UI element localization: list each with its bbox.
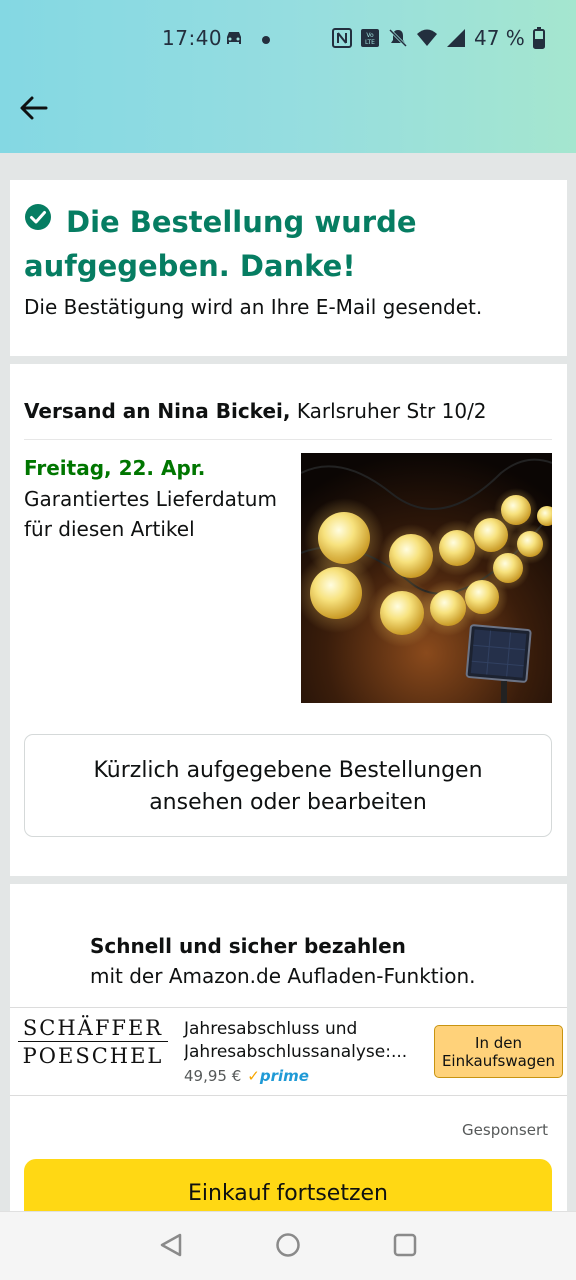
recent-orders-button[interactable]: Kürzlich aufgegebene Bestellungen ansehe… — [24, 734, 552, 837]
svg-text:Vo: Vo — [366, 32, 374, 39]
promo-card: Schnell und sicher bezahlen mit der Amaz… — [10, 884, 567, 1229]
car-icon — [224, 28, 244, 52]
promo-text: mit der Amazon.de Aufladen-Funktion. — [90, 964, 476, 988]
ad-title-line2: Jahresabschlussanalyse:... — [184, 1042, 408, 1062]
back-triangle-icon[interactable] — [158, 1232, 184, 1258]
confirmation-card: Die Bestellung wurde aufgegeben. Danke! … — [10, 180, 567, 356]
shipping-street: Karlsruher Str 10/2 — [296, 399, 487, 423]
ad-product-title[interactable]: Jahresabschluss und Jahresabschlussanaly… — [184, 1018, 424, 1064]
ad-price-row: 49,95 € ✓prime — [184, 1067, 309, 1085]
delivery-date: Freitag, 22. Apr. — [24, 456, 206, 480]
ad-brand-line2: POESCHEL — [22, 1044, 164, 1068]
signal-icon — [447, 29, 465, 47]
recents-square-icon[interactable] — [392, 1232, 418, 1258]
delivery-guarantee: Garantiertes Lieferdatum für diesen Arti… — [24, 487, 277, 541]
confirmation-title-line2: aufgegeben. Danke! — [24, 249, 356, 283]
ad-title-line1: Jahresabschluss und — [184, 1019, 358, 1039]
recent-orders-button-line1: Kürzlich aufgegebene Bestellungen — [93, 758, 483, 783]
add-to-cart-line2: Einkaufswagen — [441, 1052, 556, 1070]
prime-badge: ✓prime — [247, 1067, 309, 1085]
ad-brand-logo[interactable]: SCHÄFFER POESCHEL — [18, 1016, 168, 1068]
confirmation-title-line1: Die Bestellung wurde — [66, 205, 417, 239]
arrow-left-icon[interactable] — [18, 92, 50, 124]
prime-label: prime — [259, 1067, 309, 1085]
product-image[interactable] — [301, 453, 552, 703]
battery-icon — [532, 27, 545, 49]
notification-dot-icon — [262, 36, 270, 44]
promo-heading: Schnell und sicher bezahlen — [90, 934, 406, 958]
status-time: 17:40 — [162, 26, 223, 50]
sponsored-label[interactable]: Gesponsert — [462, 1121, 548, 1139]
ad-price: 49,95 € — [184, 1067, 242, 1085]
shipping-recipient: Versand an Nina Bickei, — [24, 399, 291, 423]
confirmation-subtitle: Die Bestätigung wird an Ihre E-Mail gese… — [24, 295, 483, 319]
mute-icon — [388, 28, 408, 48]
volte-icon: VoLTE — [361, 29, 379, 47]
shipping-address: Versand an Nina Bickei, Karlsruher Str 1… — [24, 399, 487, 423]
add-to-cart-line1: In den — [475, 1034, 522, 1052]
nfc-icon — [332, 28, 352, 48]
divider — [10, 1095, 567, 1096]
app-header: 17:40 Vo LTE 47 % — [0, 0, 576, 153]
divider — [24, 439, 552, 440]
system-nav-bar — [0, 1211, 576, 1280]
status-icons: Vo LTE 47 % — [332, 26, 545, 50]
battery-percent: 47 % — [474, 26, 525, 50]
recent-orders-button-line2: ansehen oder bearbeiten — [149, 790, 427, 815]
divider — [10, 1007, 567, 1008]
prime-check-icon: ✓ — [247, 1067, 260, 1085]
svg-text:LTE: LTE — [365, 39, 375, 46]
wifi-icon — [417, 29, 437, 46]
ad-brand-line1: SCHÄFFER — [22, 1016, 164, 1040]
status-bar: 17:40 Vo LTE 47 % — [0, 22, 576, 56]
check-circle-icon — [25, 204, 51, 230]
shipment-card: Versand an Nina Bickei, Karlsruher Str 1… — [10, 364, 567, 876]
ad-brand-rule — [18, 1041, 168, 1042]
home-circle-icon[interactable] — [275, 1232, 301, 1258]
add-to-cart-button[interactable]: In den Einkaufswagen — [434, 1025, 563, 1078]
